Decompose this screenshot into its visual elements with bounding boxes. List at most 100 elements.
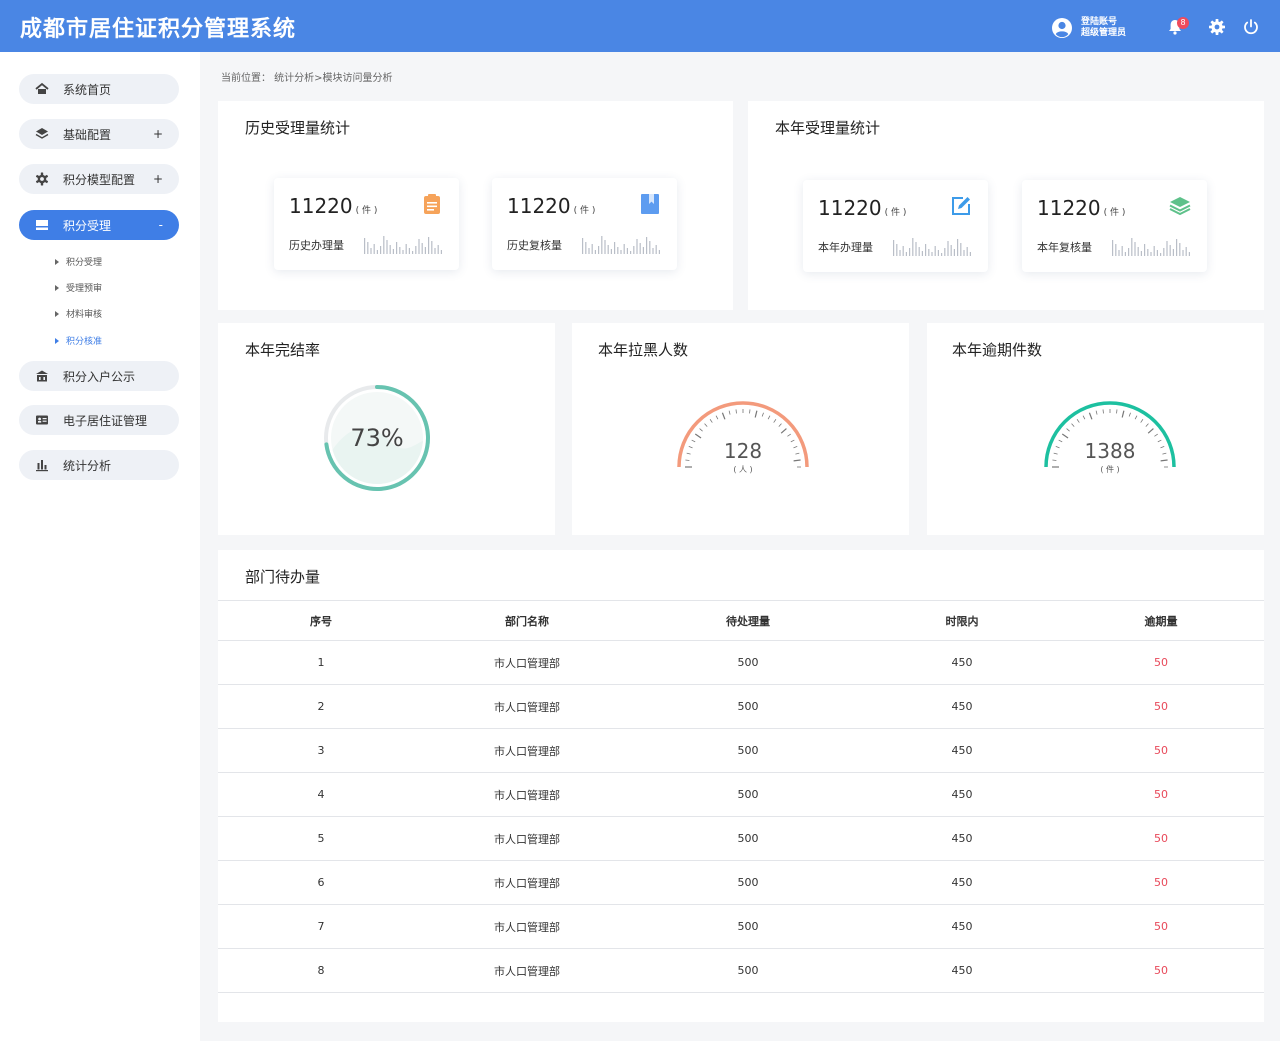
- stat-label: 历史复核量: [507, 239, 562, 252]
- gauge-tick: [1082, 415, 1086, 420]
- gauge-tick: [715, 415, 719, 420]
- table-row[interactable]: 7 市人口管理部 500 450 50: [218, 904, 1264, 949]
- gauge-tick: [1157, 439, 1162, 443]
- sidebar-subitem-approval[interactable]: 积分核准: [55, 334, 102, 347]
- sidebar-item-model-config[interactable]: 积分模型配置 +: [19, 164, 179, 194]
- table-row[interactable]: 3 市人口管理部 500 450 50: [218, 728, 1264, 773]
- overdue-card: 本年逾期件数 1388 ( 件 ): [927, 323, 1264, 535]
- sidebar-subitem-material-review[interactable]: 材料审核: [55, 307, 102, 320]
- row-index: 2: [218, 684, 424, 729]
- department-name: 市人口管理部: [424, 816, 630, 861]
- id-card-icon: [35, 413, 49, 427]
- gauge-tick: [1071, 423, 1075, 427]
- gauge-tick: [773, 419, 777, 423]
- gauge-tick: [1088, 412, 1093, 420]
- app-title: 成都市居住证积分管理系统: [20, 17, 297, 42]
- overdue-count: 50: [1058, 728, 1264, 773]
- gauge-tick: [688, 446, 693, 449]
- gauge-tick: [787, 433, 791, 437]
- column-header: 部门名称: [424, 600, 630, 641]
- user-account[interactable]: 登陆账号 超级管理员: [1052, 16, 1126, 40]
- sidebar-item-acceptance[interactable]: 积分受理 -: [19, 210, 179, 240]
- gauge-tick: [793, 446, 798, 449]
- inbox-icon: [35, 218, 49, 232]
- sidebar-item-statistics[interactable]: 统计分析: [19, 450, 179, 480]
- gauge-tick: [778, 423, 782, 427]
- department-name: 市人口管理部: [424, 772, 630, 817]
- sidebar-subitem-acceptance[interactable]: 积分受理: [55, 255, 102, 268]
- gauge-tick: [709, 419, 713, 423]
- gauge-tick: [767, 415, 771, 420]
- in-time-count: 450: [866, 640, 1058, 685]
- in-time-count: 450: [866, 684, 1058, 729]
- department-name: 市人口管理部: [424, 728, 630, 773]
- sidebar-item-label: 统计分析: [63, 458, 112, 473]
- table-row[interactable]: 4 市人口管理部 500 450 50: [218, 772, 1264, 817]
- blacklist-card: 本年拉黑人数 128 ( 人 ): [572, 323, 909, 535]
- layers-icon: [1169, 197, 1191, 216]
- sidebar-item-home[interactable]: 系统首页: [19, 74, 179, 104]
- expand-toggle[interactable]: +: [153, 172, 163, 186]
- gauge-tick: [1053, 452, 1058, 455]
- card-title: 本年受理量统计: [775, 119, 881, 137]
- gauge-tick: [699, 428, 703, 432]
- power-icon[interactable]: [1242, 18, 1260, 36]
- row-index: 4: [218, 772, 424, 817]
- card-title: 历史受理量统计: [245, 119, 351, 137]
- gauge-tick: [1147, 428, 1154, 434]
- table-row[interactable]: 1 市人口管理部 500 450 50: [218, 640, 1264, 685]
- sidebar-item-label: 积分模型配置: [63, 172, 136, 187]
- in-time-count: 450: [866, 772, 1058, 817]
- stat-value: 11220: [818, 196, 882, 220]
- sidebar-item-basic-config[interactable]: 基础配置 +: [19, 119, 179, 149]
- sidebar-item-publicity[interactable]: 积分入户公示: [19, 361, 179, 391]
- overdue-count: 50: [1058, 772, 1264, 817]
- table-row[interactable]: 6 市人口管理部 500 450 50: [218, 860, 1264, 905]
- gauge-tick: [1058, 439, 1063, 443]
- table-row[interactable]: 2 市人口管理部 500 450 50: [218, 684, 1264, 729]
- stat-label: 本年复核量: [1037, 241, 1092, 254]
- gear-icon: [35, 172, 49, 186]
- gauge-tick: [1162, 452, 1167, 455]
- overdue-count: 50: [1058, 860, 1264, 905]
- year-stats-card: 本年受理量统计 11220( 件 ) 本年办理量 11220( 件 ) 本年复核…: [748, 101, 1264, 310]
- gauge-tick: [694, 433, 702, 439]
- stat-history-reviewed: 11220( 件 ) 历史复核量: [492, 178, 677, 270]
- stat-year-reviewed: 11220( 件 ) 本年复核量: [1022, 180, 1207, 272]
- pending-count: 500: [630, 816, 866, 861]
- gauge-tick: [761, 412, 764, 417]
- department-name: 市人口管理部: [424, 684, 630, 729]
- user-avatar-icon: [1052, 18, 1072, 38]
- in-time-count: 450: [866, 728, 1058, 773]
- completion-value: 73%: [350, 424, 403, 452]
- stat-label: 本年办理量: [818, 241, 873, 254]
- pending-count: 500: [630, 728, 866, 773]
- sidebar-subitem-pre-review[interactable]: 受理预审: [55, 281, 102, 294]
- pending-count: 500: [630, 904, 866, 949]
- gauge-tick: [686, 452, 691, 455]
- gauge-tick: [790, 439, 795, 443]
- row-index: 6: [218, 860, 424, 905]
- pending-count: 500: [630, 948, 866, 993]
- gauge-tick: [1145, 423, 1149, 427]
- expand-toggle[interactable]: +: [153, 127, 163, 141]
- settings-icon[interactable]: [1208, 18, 1226, 36]
- collapse-toggle[interactable]: -: [159, 218, 163, 232]
- sidebar: 系统首页 基础配置 + 积分模型配置 + 积分受理 - 积分受理 受理预审 材料…: [0, 52, 200, 1041]
- table-row[interactable]: 5 市人口管理部 500 450 50: [218, 816, 1264, 861]
- gauge-tick: [1095, 410, 1098, 415]
- gauge-tick: [1134, 415, 1138, 420]
- gauge-tick: [1160, 446, 1165, 449]
- row-index: 7: [218, 904, 424, 949]
- gauge-tick: [704, 423, 708, 427]
- layers-icon: [35, 127, 49, 141]
- completion-rate-card: 本年完结率 73%: [218, 323, 555, 535]
- sidebar-item-e-residence[interactable]: 电子居住证管理: [19, 405, 179, 435]
- gauge-tick: [691, 439, 696, 443]
- table-row[interactable]: 8 市人口管理部 500 450 50: [218, 948, 1264, 993]
- gauge-tick: [1140, 419, 1144, 423]
- stat-history-handled: 11220( 件 ) 历史办理量: [274, 178, 459, 270]
- edit-icon: [952, 197, 970, 215]
- gauge-tick: [1160, 459, 1168, 462]
- department-name: 市人口管理部: [424, 860, 630, 905]
